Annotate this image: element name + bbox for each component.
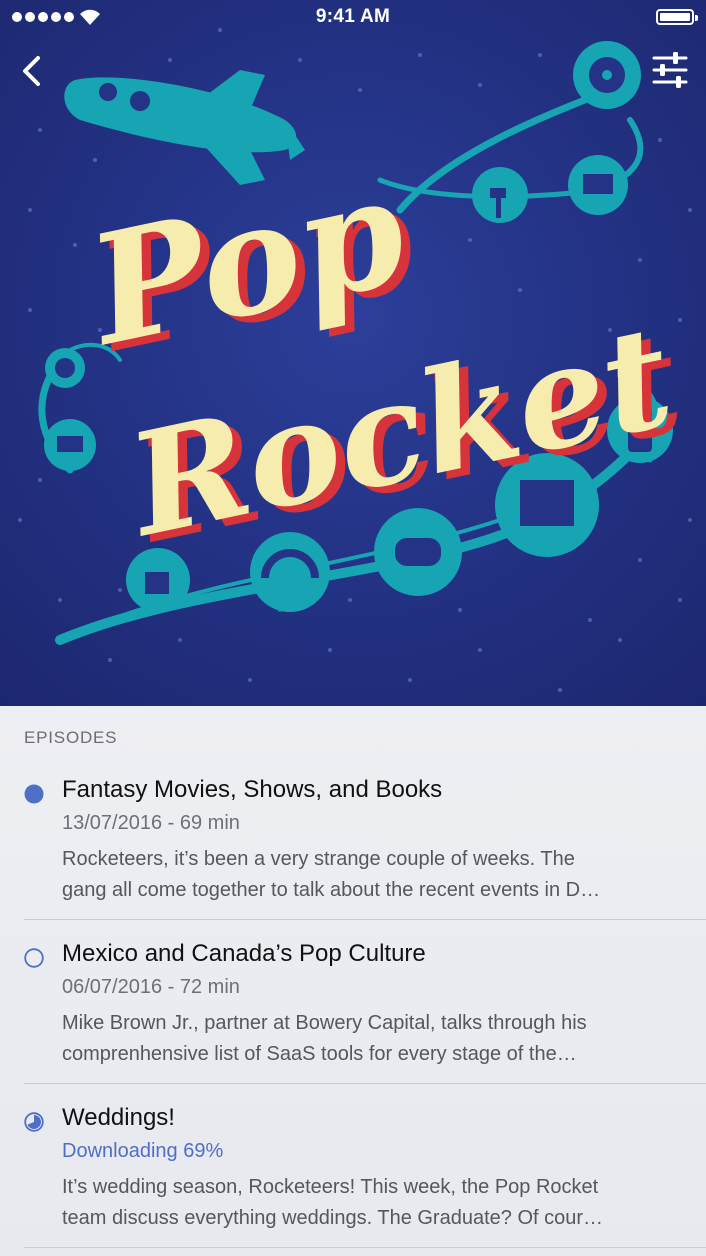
download-status: Downloading 69% [62, 1140, 224, 1162]
episode-title: Fantasy Movies, Shows, and Books [62, 776, 443, 803]
unplayed-dot-icon [24, 784, 44, 804]
episode-list: EPISODES Fantasy Movies, Shows, and Book… [0, 706, 706, 1256]
episode-description: Mike Brown Jr., partner at Bowery Capita… [62, 1008, 686, 1070]
row-divider [24, 919, 706, 920]
chevron-left-icon [23, 56, 40, 86]
episode-description-line: team discuss everything weddings. The Gr… [62, 1207, 604, 1229]
download-progress-icon [24, 1112, 44, 1132]
row-divider [24, 1247, 706, 1248]
episode-row[interactable]: Weddings! Downloading 69% It’s wedding s… [0, 1092, 706, 1247]
status-time: 9:41 AM [315, 6, 391, 27]
episode-description: Rocketeers, it’s been a very strange cou… [62, 844, 686, 906]
svg-text:Pop: Pop [72, 142, 419, 380]
filter-settings-button[interactable] [650, 52, 690, 88]
podcast-screen: Pop Pop Rocket Rocket 9:41 AM EPISODES F… [0, 0, 706, 1256]
episode-row[interactable]: Mexico and Canada’s Pop Culture 06/07/20… [0, 928, 706, 1083]
episodes-section-header: EPISODES [24, 728, 118, 747]
row-divider [24, 1083, 706, 1084]
back-button[interactable] [18, 52, 52, 92]
episode-description-line: It’s wedding season, Rocketeers! This we… [62, 1176, 599, 1198]
episode-description: It’s wedding season, Rocketeers! This we… [62, 1172, 686, 1234]
episode-description-line: Rocketeers, it’s been a very strange cou… [62, 848, 575, 870]
status-bar: 9:41 AM [0, 0, 706, 40]
episode-meta: 13/07/2016 - 69 min [62, 812, 240, 834]
episode-description-line: comprenhensive list of SaaS tools for ev… [62, 1043, 577, 1065]
played-circle-icon [24, 948, 44, 968]
episode-meta: 06/07/2016 - 72 min [62, 976, 240, 998]
episode-row[interactable]: Fantasy Movies, Shows, and Books 13/07/2… [0, 764, 706, 919]
episode-title: Weddings! [62, 1104, 175, 1131]
episode-description-line: Mike Brown Jr., partner at Bowery Capita… [62, 1012, 587, 1034]
episode-title: Mexico and Canada’s Pop Culture [62, 940, 426, 967]
podcast-artwork: Pop Pop Rocket Rocket [0, 0, 706, 706]
episode-description-line: gang all come together to talk about the… [62, 879, 601, 901]
sliders-icon [652, 52, 688, 88]
battery-icon [656, 9, 698, 25]
artwork-illustration: Pop Pop Rocket Rocket [18, 28, 694, 692]
